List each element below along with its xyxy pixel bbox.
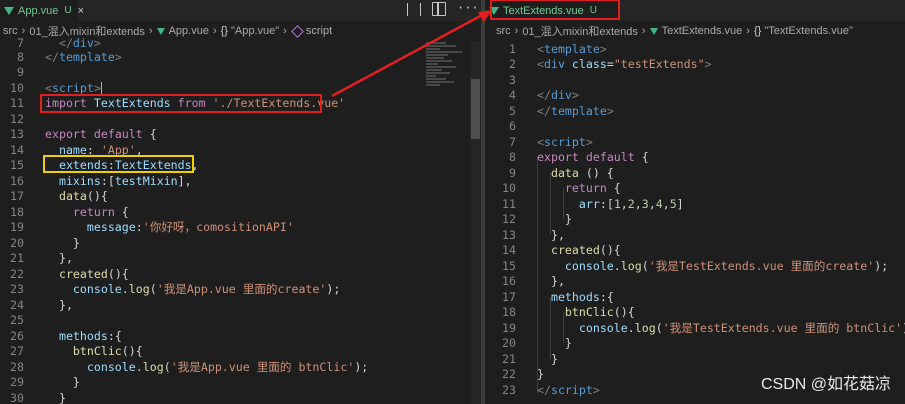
code-line: 5 </template> (509, 103, 614, 118)
scrollbar-thumb[interactable] (471, 79, 480, 139)
code-line: 13 }, (502, 227, 565, 242)
code-line: 30 } (10, 390, 66, 404)
code-line: 12 (10, 111, 24, 126)
split-editor-icon[interactable] (432, 2, 446, 16)
breadcrumb-item-file[interactable]: TextExtends.vue › (649, 25, 754, 37)
breadcrumb-item-folder[interactable]: 01_混入mixin和extends › (522, 23, 649, 39)
tab-app-vue[interactable]: App.vue U × (0, 0, 84, 21)
import-highlight-box (40, 94, 322, 113)
code-line: 28 console.log('我是App.vue 里面的 btnClic'); (10, 359, 369, 374)
code-line: 17 data(){ (10, 189, 108, 204)
more-actions-icon[interactable]: ··· (457, 2, 479, 16)
text-cursor (100, 81, 102, 95)
code-line: 17 methods:{ (502, 289, 614, 304)
code-line: 24 }, (10, 297, 73, 312)
code-line: 9 (17, 65, 24, 80)
code-line: 16 }, (502, 274, 565, 289)
code-line: 2 <div class="testExtends"> (509, 57, 712, 72)
code-line: 1 <template> (509, 41, 607, 56)
code-line: 21 } (502, 351, 558, 366)
code-line: 19 message:'你好呀，comositionAPI' (10, 220, 294, 235)
code-line: 11 arr:[1,2,3,4,5] (502, 196, 684, 211)
editor-toolbar: ··· (407, 2, 479, 16)
breadcrumb-item-module[interactable]: {} "TextExtends.vue" (754, 25, 853, 37)
compare-changes-icon[interactable] (407, 3, 421, 16)
vue-file-icon (156, 27, 165, 35)
code-line: 20 } (502, 336, 572, 351)
right-editor-pane: TextExtends.vue U src › 01_混入mixin和extend… (485, 0, 905, 404)
left-tab-bar: App.vue U × ··· (0, 0, 481, 21)
code-line: 20 } (10, 235, 80, 250)
code-line: 7 <script> (509, 134, 593, 149)
watermark: CSDN @如花菇凉 (760, 376, 891, 393)
minimap[interactable] (426, 41, 470, 101)
left-editor-pane: App.vue U × ··· src › 01_混入mixin和extends ›… (0, 0, 481, 404)
code-line: 25 (10, 313, 24, 328)
vue-file-icon (649, 27, 658, 35)
code-line: 15 console.log('我是TestExtends.vue 里面的cre… (502, 258, 889, 273)
code-line: 4 </div> (509, 88, 579, 103)
code-line: 3 (509, 72, 516, 87)
chevron-right-icon: › (746, 25, 750, 37)
braces-icon: {} (753, 25, 762, 37)
code-line: 21 }, (10, 251, 73, 266)
code-line: 27 btnClic(){ (10, 344, 143, 359)
code-line: 18 btnClic(){ (502, 305, 635, 320)
code-line: 12 } (502, 212, 572, 227)
tab-label: App.vue (18, 4, 59, 17)
breadcrumb-item-src[interactable]: src › (496, 25, 522, 37)
code-line: 23 console.log('我是App.vue 里面的create'); (10, 282, 341, 297)
code-line: 14 created(){ (502, 243, 621, 258)
code-line: 29 } (10, 375, 80, 390)
breadcrumb: src › 01_混入mixin和extends › TextExtends.vue… (485, 21, 905, 41)
code-line: 22 created(){ (10, 266, 129, 281)
code-line: 26 methods:{ (10, 328, 122, 343)
tab-highlight-box (490, 0, 620, 20)
chevron-right-icon: › (641, 25, 646, 37)
code-line: 16 mixins:[testMixin], (10, 173, 192, 188)
code-line: 8 export default { (509, 150, 649, 165)
code-line: 6 (509, 119, 516, 134)
vue-file-icon (4, 6, 14, 15)
vertical-scrollbar[interactable] (470, 41, 481, 404)
code-line: 13 export default { (10, 127, 157, 142)
untracked-badge: U (64, 5, 72, 16)
chevron-right-icon: › (514, 25, 519, 37)
extends-highlight-box (43, 155, 194, 173)
code-line: 9 data () { (509, 165, 614, 180)
code-line: 18 return { (10, 204, 129, 219)
code-line: 8 </template> (17, 49, 122, 64)
close-icon[interactable]: × (78, 5, 84, 17)
code-line: 10 return { (502, 181, 621, 196)
code-editor[interactable]: 1 <template> 2 <div class="testExtends"> 3… (485, 41, 905, 404)
code-line: 19 console.log('我是TestExtends.vue 里面的 bt… (502, 320, 905, 335)
